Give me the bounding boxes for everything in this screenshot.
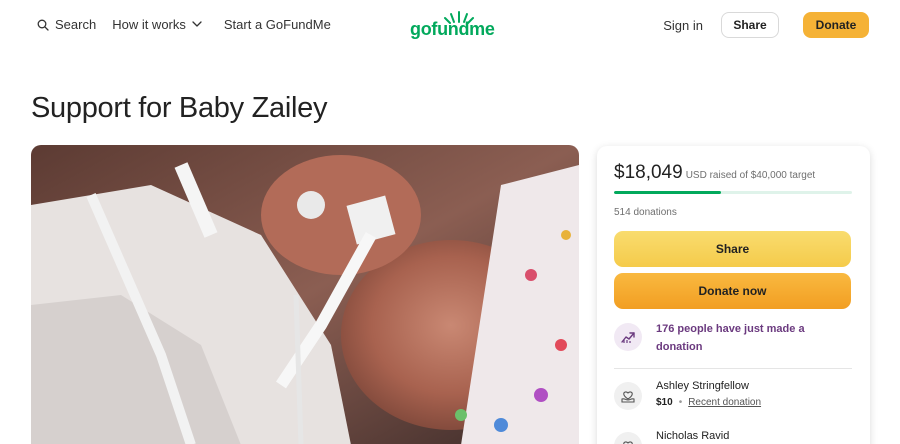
divider xyxy=(614,368,852,369)
page-title: Support for Baby Zailey xyxy=(31,92,328,124)
raised-summary: $18,049 USD raised of $40,000 target xyxy=(614,162,815,184)
donor-hands-icon xyxy=(614,432,642,444)
donation-card: $18,049 USD raised of $40,000 target 514… xyxy=(597,146,870,444)
header-nav-right: Sign in Share Donate xyxy=(663,12,869,38)
donation-count: 514 donations xyxy=(614,207,677,218)
trending-icon xyxy=(614,323,642,351)
share-button[interactable]: Share xyxy=(614,231,851,267)
how-it-works-label: How it works xyxy=(112,17,186,32)
logo-text: gofundme xyxy=(410,19,495,39)
search-label: Search xyxy=(55,17,97,32)
campaign-photo[interactable] xyxy=(31,145,579,444)
donor-meta: $10 • Recent donation xyxy=(656,397,761,408)
how-it-works-menu[interactable]: How it works xyxy=(112,17,202,32)
raised-target-text: USD raised of $40,000 target xyxy=(685,170,816,181)
donor-amount: $10 xyxy=(656,397,673,408)
donate-now-button[interactable]: Donate now xyxy=(614,273,851,309)
donor-hands-icon xyxy=(614,382,642,410)
site-header: Search How it works Start a GoFundMe gof… xyxy=(0,0,900,50)
search-icon xyxy=(37,19,49,31)
recent-donation-link[interactable]: Recent donation xyxy=(688,397,761,408)
gofundme-logo[interactable]: gofundme xyxy=(410,10,495,40)
progress-bar xyxy=(614,191,852,194)
recent-activity-text: 176 people have just made a donation xyxy=(656,323,805,353)
donor-row: Ashley Stringfellow $10 • Recent donatio… xyxy=(614,379,852,410)
header-share-button[interactable]: Share xyxy=(721,12,779,38)
donor-info: Nicholas Ravid xyxy=(656,429,729,444)
raised-amount: $18,049 xyxy=(614,162,683,183)
progress-bar-fill xyxy=(614,191,722,194)
header-nav-left: Search How it works Start a GoFundMe xyxy=(37,17,331,32)
donor-name: Nicholas Ravid xyxy=(656,430,730,442)
separator-dot: • xyxy=(678,397,683,408)
start-gofundme-link[interactable]: Start a GoFundMe xyxy=(224,17,331,32)
donor-name: Ashley Stringfellow xyxy=(656,380,749,392)
header-donate-button[interactable]: Donate xyxy=(803,12,869,38)
chevron-down-icon xyxy=(192,21,202,27)
start-gofundme-label: Start a GoFundMe xyxy=(223,17,331,32)
sign-in-link[interactable]: Sign in xyxy=(663,18,703,33)
donor-info: Ashley Stringfellow $10 • Recent donatio… xyxy=(656,379,761,410)
donor-row: Nicholas Ravid xyxy=(614,429,852,444)
campaign-photo-image xyxy=(31,145,579,444)
recent-activity[interactable]: 176 people have just made a donation xyxy=(614,323,852,356)
search-button[interactable]: Search xyxy=(37,17,96,32)
